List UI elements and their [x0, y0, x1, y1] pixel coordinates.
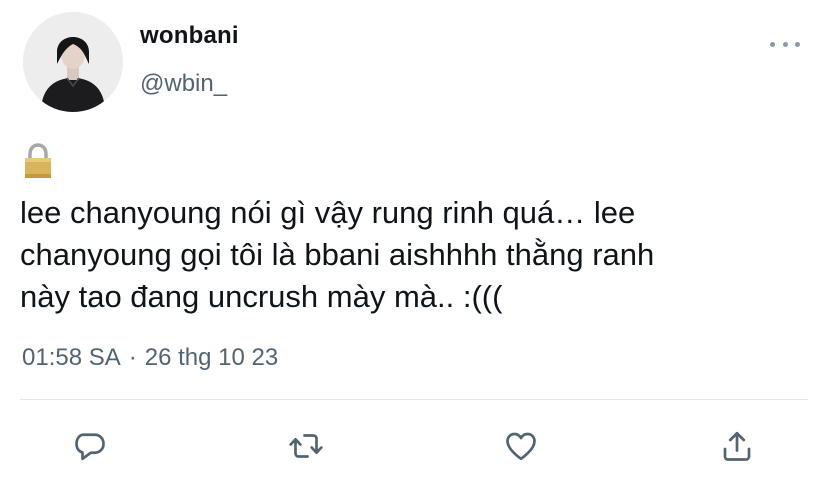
more-dot	[782, 41, 788, 47]
tweet-text: lee chanyoung nói gì vậy rung rinh quá… …	[20, 195, 655, 314]
avatar-image	[23, 12, 123, 112]
retweet-button[interactable]	[286, 426, 326, 466]
like-button[interactable]	[501, 426, 541, 466]
share-icon	[723, 431, 751, 461]
avatar[interactable]	[23, 12, 123, 112]
more-dot	[795, 41, 800, 47]
retweet-icon	[289, 434, 323, 458]
meta-separator: ·	[128, 344, 137, 371]
display-name[interactable]: wonbani	[140, 22, 239, 50]
lock-emoji-icon	[25, 143, 51, 178]
tweet-metadata: 01:58 SA · 26 thg 10 23	[22, 344, 278, 372]
share-button[interactable]	[717, 426, 757, 466]
more-dot	[770, 41, 775, 47]
divider	[20, 399, 808, 400]
tweet-date[interactable]: 26 thg 10 23	[145, 344, 278, 372]
reply-icon	[75, 433, 105, 461]
reply-button[interactable]	[70, 426, 110, 466]
tweet-time[interactable]: 01:58 SA	[22, 344, 121, 372]
more-options-icon[interactable]	[770, 34, 800, 54]
like-icon	[506, 432, 536, 461]
user-handle[interactable]: @wbin_	[140, 70, 227, 98]
